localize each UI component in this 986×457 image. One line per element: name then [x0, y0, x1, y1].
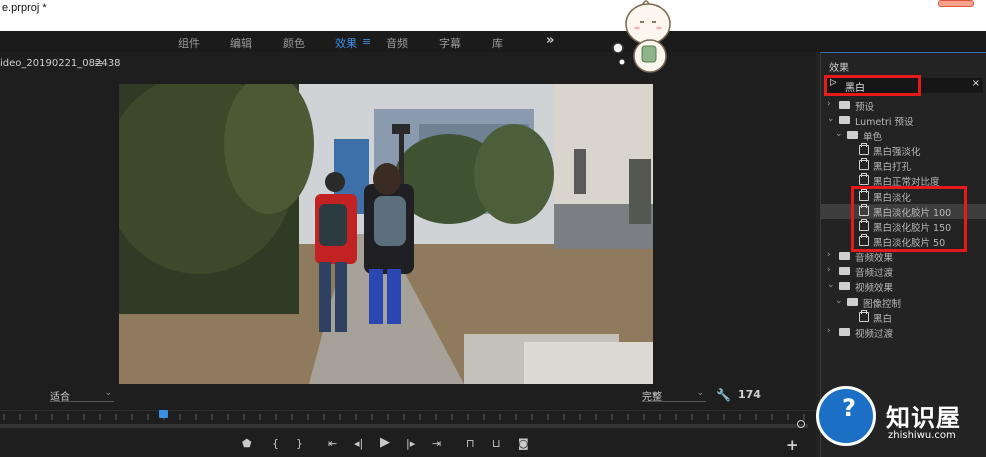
window-title: e.prproj *: [2, 2, 47, 14]
folder-icon: [839, 267, 850, 275]
tree-label: 单色: [863, 132, 883, 143]
playback-resolution-value: 完整: [642, 392, 662, 403]
chevron-down-icon: ⌄: [835, 296, 843, 306]
window-button[interactable]: [938, 0, 974, 7]
insert-icon[interactable]: ⊓: [466, 437, 475, 450]
mark-in-icon[interactable]: {: [272, 437, 279, 450]
chevron-right-icon: ›: [827, 99, 831, 109]
folder-icon: [847, 298, 858, 306]
watermark-subtitle: zhishiwu.com: [888, 430, 956, 441]
tree-effect-item[interactable]: 黑白强淡化: [821, 143, 986, 158]
chevron-down-icon: ⌄: [104, 388, 112, 398]
program-monitor: ideo_20190221_082438 ≡ 适合 ⌄ 完整 ⌄ 🔧 174: [0, 52, 816, 457]
chevron-down-icon: ⌄: [827, 114, 835, 124]
zoom-level-value: 适合: [50, 392, 70, 403]
chevron-right-icon: ›: [827, 250, 831, 260]
effects-panel-title: 效果: [829, 63, 849, 74]
workspace-tab-effects[interactable]: 效果: [335, 35, 357, 51]
play-icon[interactable]: ▶: [380, 435, 390, 450]
folder-icon: [839, 328, 850, 336]
tree-label: 图像控制: [863, 299, 902, 310]
zoom-level-select[interactable]: 适合 ⌄: [50, 388, 114, 403]
tree-folder-presets[interactable]: › 预设: [821, 98, 986, 113]
tree-label: 黑白: [873, 314, 893, 325]
tree-label: 黑白打孔: [873, 162, 912, 173]
title-bar: e.prproj *: [0, 0, 986, 31]
panel-menu-icon[interactable]: ≡: [94, 57, 103, 70]
tree-folder-lumetri-presets[interactable]: ⌄ Lumetri 预设: [821, 113, 986, 128]
chevron-down-icon: ⌄: [835, 129, 843, 139]
folder-icon: [839, 282, 850, 290]
folder-icon: [839, 101, 850, 109]
time-ruler[interactable]: [0, 410, 816, 424]
more-workspaces-icon[interactable]: »: [546, 33, 554, 48]
tree-label: 黑白强淡化: [873, 147, 921, 158]
tree-label: Lumetri 预设: [855, 117, 914, 128]
workspace-tab-color[interactable]: 颜色: [283, 35, 305, 51]
effect-preset-icon: [859, 158, 869, 170]
chevron-down-icon: ⌄: [827, 280, 835, 290]
step-forward-icon[interactable]: |▸: [406, 437, 415, 450]
workspace-tab-assembly[interactable]: 组件: [178, 35, 200, 51]
workspace-menu-icon[interactable]: ≡: [362, 35, 371, 48]
effect-preset-icon: [859, 173, 869, 185]
go-to-out-icon[interactable]: ⇥: [432, 437, 441, 450]
zoom-bar-end-handle[interactable]: [797, 420, 805, 428]
button-editor-add-icon[interactable]: +: [786, 436, 799, 454]
video-frame-image: [119, 84, 653, 384]
tree-folder-image-control[interactable]: ⌄ 图像控制: [821, 295, 986, 310]
folder-icon: [847, 131, 858, 139]
clear-search-icon[interactable]: ×: [972, 78, 980, 89]
go-to-in-icon[interactable]: ⇤: [328, 437, 337, 450]
zoom-scroll-bar[interactable]: [0, 424, 808, 428]
effect-icon: [859, 310, 869, 322]
playhead-handle[interactable]: [159, 410, 168, 418]
effect-preset-icon: [859, 143, 869, 155]
playback-resolution-select[interactable]: 完整 ⌄: [642, 388, 706, 403]
overwrite-icon[interactable]: ⊔: [492, 437, 501, 450]
tree-label: 视频效果: [855, 283, 894, 294]
tree-effect-item[interactable]: 黑白: [821, 310, 986, 325]
watermark-title: 知识屋: [886, 404, 961, 432]
settings-wrench-icon[interactable]: 🔧: [716, 388, 731, 402]
tree-folder-monochrome[interactable]: ⌄ 单色: [821, 128, 986, 143]
effects-highlight-box: [851, 186, 967, 252]
mark-out-icon[interactable]: }: [296, 437, 303, 450]
folder-icon: [839, 116, 850, 124]
export-frame-icon[interactable]: ◙: [518, 437, 529, 450]
tree-effect-item[interactable]: 黑白打孔: [821, 158, 986, 173]
tree-folder-video-transitions[interactable]: › 视频过渡: [821, 325, 986, 340]
tree-label: 音频过渡: [855, 268, 894, 279]
workspace-tab-libraries[interactable]: 库: [492, 35, 503, 51]
tree-label: 视频过渡: [855, 329, 894, 340]
step-back-icon[interactable]: ◂|: [354, 437, 363, 450]
chevron-right-icon: ›: [827, 265, 831, 275]
cartoon-sticker: [612, 0, 671, 73]
workspace-tab-audio[interactable]: 音频: [386, 35, 408, 51]
chevron-down-icon: ⌄: [696, 388, 704, 398]
workspace-tab-editing[interactable]: 编辑: [230, 35, 252, 51]
tree-label: 预设: [855, 102, 875, 113]
folder-icon: [839, 252, 850, 260]
tree-folder-video-effects[interactable]: ⌄ 视频效果: [821, 279, 986, 294]
tree-folder-audio-transitions[interactable]: › 音频过渡: [821, 264, 986, 279]
workspace-tab-captions[interactable]: 字幕: [439, 35, 461, 51]
tree-label: 音频效果: [855, 253, 894, 264]
frame-count: 174: [738, 388, 761, 401]
search-highlight-box: [824, 75, 921, 96]
video-frame: [119, 84, 653, 384]
workspace-bar: 组件 编辑 颜色 效果 ≡ 音频 字幕 库 »: [0, 31, 986, 52]
transport-controls: ⬟ { } ⇤ ◂| ▶ |▸ ⇥ ⊓ ⊔ ◙ +: [0, 432, 816, 457]
watermark-logo: ? 知识屋 zhishiwu.com: [812, 380, 986, 457]
ruler-ticks: [3, 414, 805, 420]
add-marker-icon[interactable]: ⬟: [242, 437, 252, 450]
chevron-right-icon: ›: [827, 326, 831, 336]
question-icon: ?: [842, 394, 856, 422]
